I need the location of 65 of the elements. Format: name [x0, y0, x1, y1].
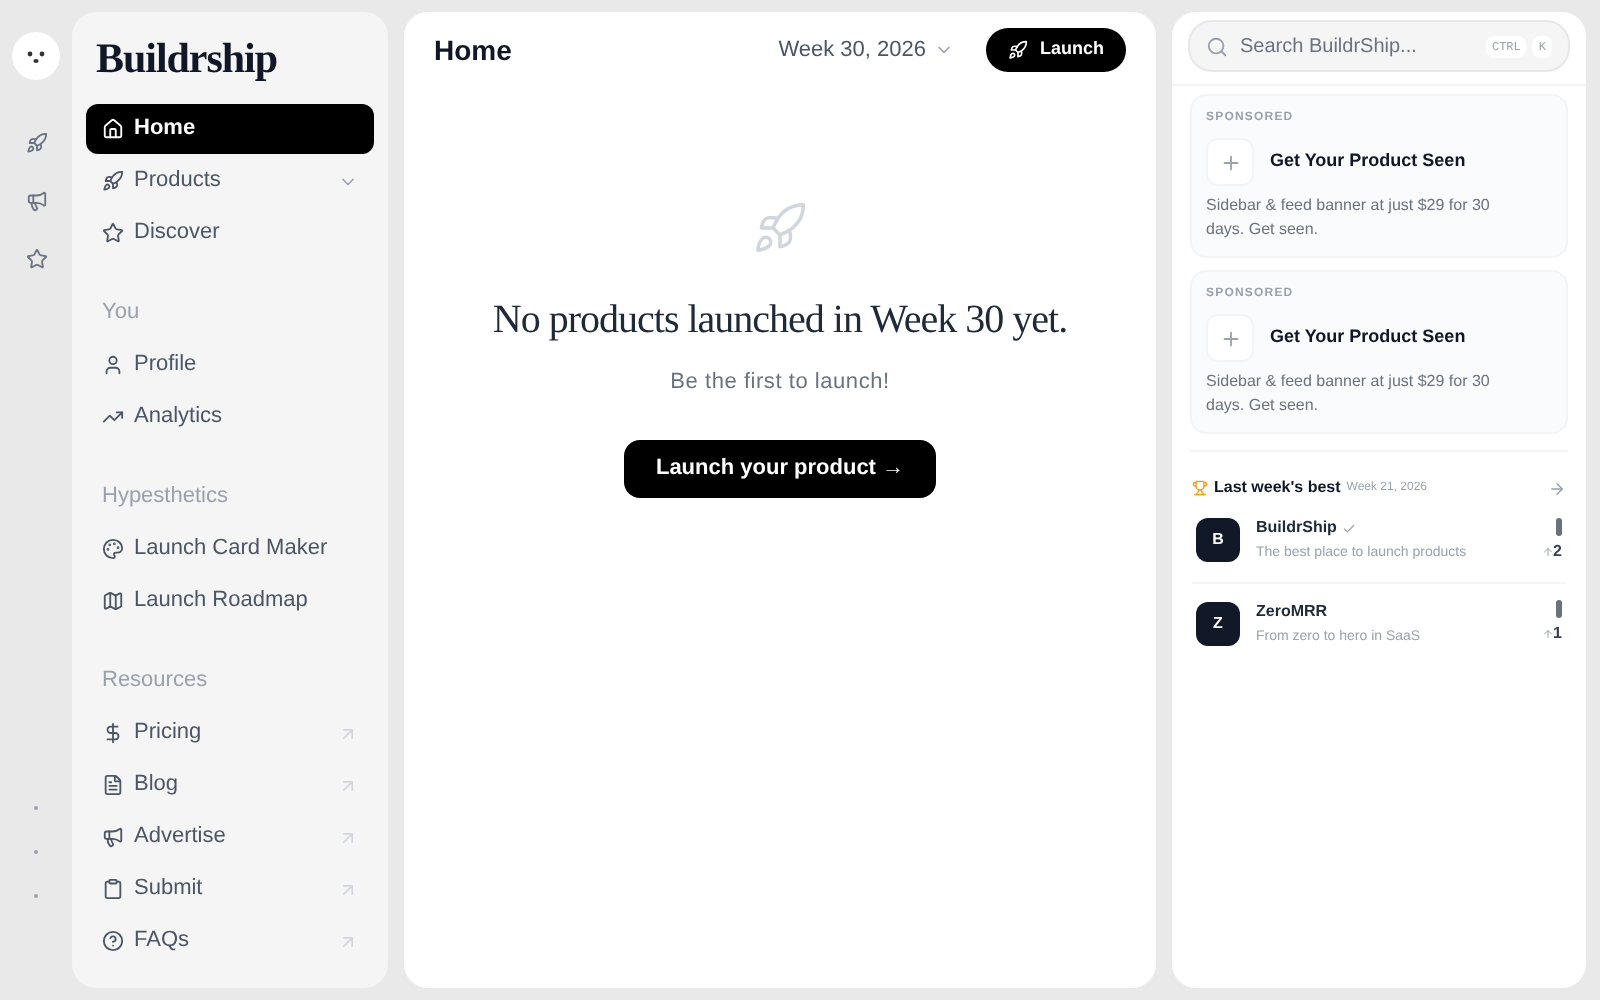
product-avatar: Z [1196, 601, 1240, 646]
external-link-icon [338, 827, 358, 847]
trend-icon [102, 406, 124, 428]
palette-icon [102, 538, 124, 560]
trophy-icon [1192, 480, 1208, 496]
external-link-icon [338, 775, 358, 795]
external-link-icon [338, 723, 358, 743]
rocket-icon[interactable] [25, 132, 47, 154]
external-link-icon [338, 879, 358, 899]
plus-icon [1206, 138, 1254, 186]
rocket-icon [752, 200, 808, 256]
search-field[interactable]: Search BuildrShip... [1240, 31, 1480, 61]
sponsored-title: Get Your Product Seen [1270, 324, 1466, 351]
brand-logo[interactable]: Buildrship [86, 28, 374, 91]
nav-item[interactable]: Advertise [86, 813, 374, 861]
document-icon [102, 774, 124, 796]
nav-item[interactable]: Launch Card Maker [86, 525, 374, 573]
launch-button[interactable]: Launch [985, 28, 1126, 72]
home-icon [102, 117, 124, 139]
bear-avatar[interactable] [12, 32, 60, 80]
search-icon [1206, 35, 1228, 57]
product-avatar: B [1196, 518, 1240, 563]
section-heading: Hypesthetics [102, 483, 228, 507]
plus-icon [1206, 314, 1254, 362]
nav-item[interactable]: Submit [86, 865, 374, 913]
vote-bar-icon [1556, 517, 1562, 536]
map-icon [102, 590, 124, 612]
nav-item[interactable]: Launch Roadmap [86, 577, 374, 625]
nav-item[interactable]: FAQs [86, 917, 374, 965]
sponsored-text: Sidebar & feed banner at just $29 for 30 days. Get seen. [1206, 370, 1492, 418]
sponsored-title: Get Your Product Seen [1270, 148, 1466, 175]
megaphone-icon [102, 826, 124, 848]
section-title: Last week's best [1214, 476, 1341, 500]
nav-item[interactable]: Blog [86, 761, 374, 809]
external-link-icon [338, 931, 358, 951]
clipboard-icon [102, 878, 124, 900]
rocket-icon [102, 170, 124, 192]
rocket-icon [1007, 40, 1028, 60]
megaphone-icon[interactable] [25, 190, 47, 212]
sponsored-text: Sidebar & feed banner at just $29 for 30 days. Get seen. [1206, 194, 1492, 242]
vote-count: 2 [1553, 539, 1562, 564]
nav-item[interactable]: Profile [86, 341, 374, 389]
empty-subtitle: Be the first to launch! [670, 368, 890, 398]
arrow-right-icon[interactable] [1548, 479, 1566, 497]
nav-item[interactable]: Products [86, 157, 374, 205]
star-icon [102, 222, 124, 244]
launch-product-button[interactable]: Launch your product → [623, 439, 937, 497]
vote-count: 1 [1553, 622, 1562, 647]
nav-item[interactable]: Pricing [86, 709, 374, 757]
vote-bar-icon [1556, 600, 1562, 619]
section-heading: Resources [102, 667, 208, 691]
product-name: BuildrShip [1256, 516, 1337, 540]
nav-item[interactable]: Discover [86, 209, 374, 257]
dollar-icon [102, 722, 124, 744]
star-icon[interactable] [25, 248, 47, 270]
nav-item[interactable]: Home [86, 103, 374, 153]
empty-title: No products launched in Week 30 yet. [492, 296, 1068, 346]
section-heading: You [102, 299, 140, 323]
upvote-icon[interactable] [1541, 545, 1554, 558]
page-title: Home [434, 31, 514, 69]
user-icon [102, 354, 124, 376]
product-name: ZeroMRR [1256, 599, 1328, 623]
week-picker[interactable]: Week 30, 2026 [778, 33, 954, 67]
help-icon [102, 930, 124, 952]
nav-item[interactable]: Analytics [86, 393, 374, 441]
